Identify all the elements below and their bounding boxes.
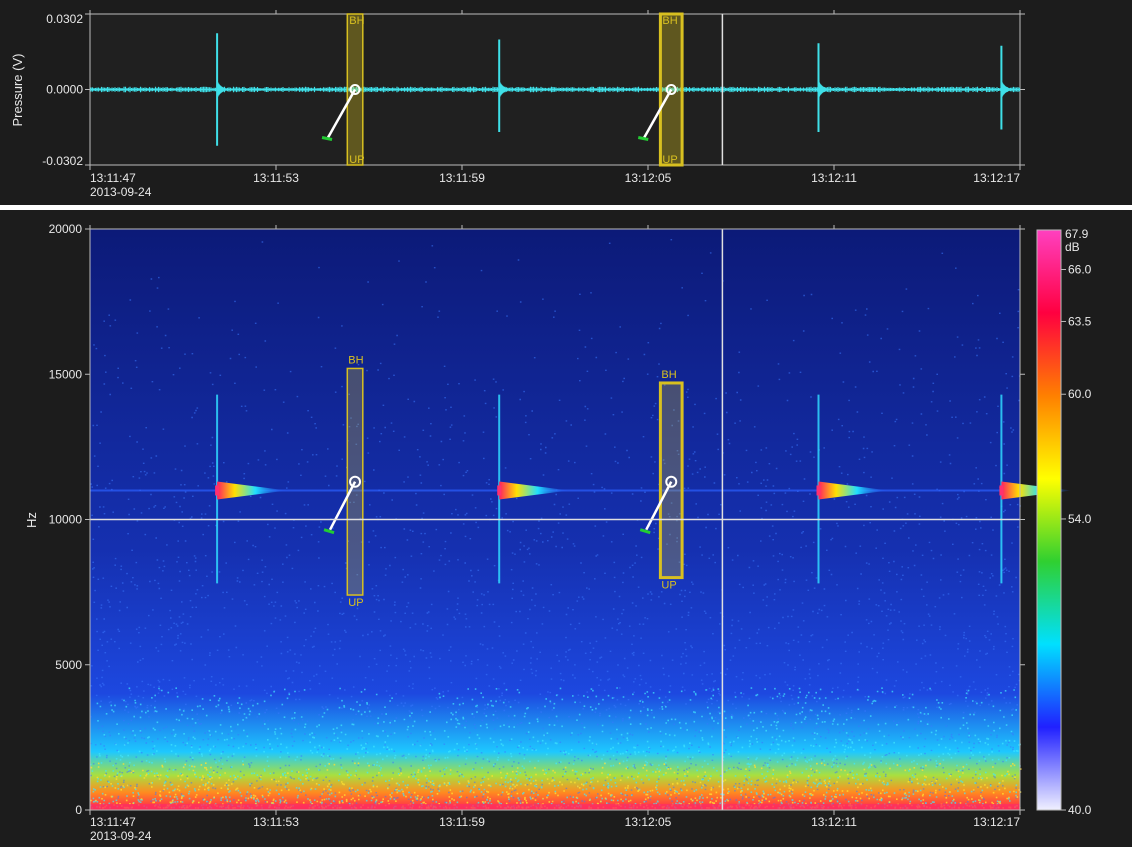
spectrogram-x-tick-label: 13:12:11 xyxy=(811,815,857,829)
colorbar-tick-label: 63.5 xyxy=(1068,314,1092,328)
spectrogram-y-axis-label: Hz xyxy=(24,512,39,528)
waveform-x-tick-label: 13:11:53 xyxy=(253,171,299,185)
waveform-x-tick-label: 13:12:11 xyxy=(811,171,857,185)
waveform-x-tick-label: 13:11:59 xyxy=(439,171,485,185)
spectrogram-viewer: BH UP BH UP 0.0302 0.0000 -0.0302 Pressure (V) 1… xyxy=(0,0,1132,847)
waveform-y-tick-label: 0.0302 xyxy=(46,12,83,26)
spectrogram-y-tick-label: 5000 xyxy=(55,658,82,672)
annotation-box xyxy=(658,381,684,580)
spectrogram-date-label: 2013-09-24 xyxy=(90,829,152,843)
spectrogram-y-tick-label: 20000 xyxy=(49,222,83,236)
waveform-x-tick-label: 13:12:05 xyxy=(625,171,672,185)
waveform-y-axis-label: Pressure (V) xyxy=(10,54,25,127)
colorbar-max-label: 67.9 xyxy=(1065,227,1089,241)
spectrogram-x-tick-label: 13:11:53 xyxy=(253,815,299,829)
annotation-top-label: BH xyxy=(348,354,363,366)
annotation-top-label: BH xyxy=(662,15,677,27)
annotation-handle-end xyxy=(321,136,333,141)
waveform-date-label: 2013-09-24 xyxy=(90,185,152,199)
annotation-top-label: BH xyxy=(349,15,364,27)
annotation-bottom-label: UP xyxy=(349,154,364,166)
spectrogram-x-tick-label: 13:12:05 xyxy=(625,815,672,829)
annotation-bottom-label: UP xyxy=(348,597,363,609)
waveform-chart[interactable]: BH UP BH UP 0.0302 0.0000 -0.0302 Pressure (V) 1… xyxy=(0,0,1132,205)
waveform-x-tick-label: 13:12:17 xyxy=(973,171,1020,185)
colorbar-tick-label: 54.0 xyxy=(1068,512,1092,526)
colorbar xyxy=(1036,229,1062,811)
annotation-bottom-label: UP xyxy=(661,580,676,592)
annotation-bottom-label: UP xyxy=(662,154,677,166)
waveform-x-tick-label: 13:11:47 xyxy=(90,171,136,185)
spectrogram-chart[interactable]: BH UP BH UP 20000 15000 10000 5000 0 Hz 13:11:47 13… xyxy=(0,210,1132,847)
spectrogram-x-tick-label: 13:12:17 xyxy=(973,815,1020,829)
colorbar-tick-label: 60.0 xyxy=(1068,387,1092,401)
annotation-handle-end xyxy=(637,136,649,141)
waveform-y-tick-label: -0.0302 xyxy=(42,154,83,168)
spectrogram-y-tick-label: 10000 xyxy=(49,513,83,527)
colorbar-tick-label: 66.0 xyxy=(1068,262,1092,276)
colorbar-unit-label: dB xyxy=(1065,240,1080,254)
colorbar-tick-label: 40.0 xyxy=(1068,803,1092,817)
spectrogram-x-tick-label: 13:11:59 xyxy=(439,815,485,829)
waveform-y-tick-label: 0.0000 xyxy=(46,83,83,97)
spectrogram-y-tick-label: 0 xyxy=(75,803,82,817)
spectrogram-y-tick-label: 15000 xyxy=(49,367,83,381)
spectrogram-x-tick-label: 13:11:47 xyxy=(90,815,136,829)
spectrogram-floor-band xyxy=(90,804,1020,809)
annotation-top-label: BH xyxy=(661,369,676,381)
